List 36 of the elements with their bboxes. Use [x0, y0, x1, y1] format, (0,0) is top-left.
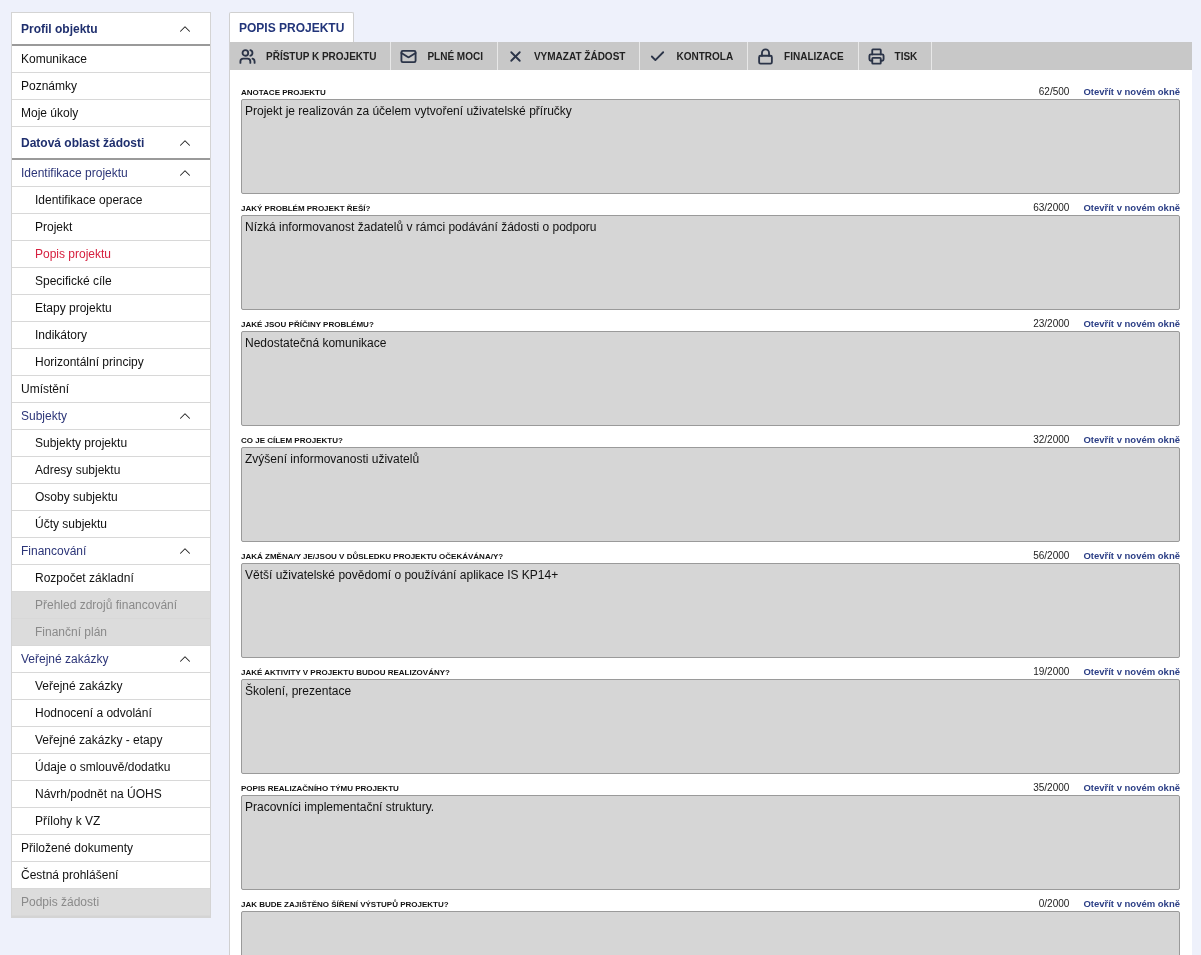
lock-icon — [757, 47, 775, 65]
open-in-new-window-link[interactable]: Otevřít v novém okně — [1083, 666, 1180, 677]
open-in-new-window-link[interactable]: Otevřít v novém okně — [1083, 318, 1180, 329]
character-count: 19/2000 — [1032, 666, 1070, 677]
open-in-new-window-link[interactable]: Otevřít v novém okně — [1083, 782, 1180, 793]
open-in-new-window-link[interactable]: Otevřít v novém okně — [1083, 202, 1180, 213]
text-area[interactable]: Nedostatečná komunikace — [241, 331, 1180, 426]
character-count: 0/2000 — [1037, 898, 1070, 909]
field-label: JAKÝ PROBLÉM PROJEKT ŘEŠÍ? — [241, 204, 372, 213]
field-label: JAKÁ ZMĚNA/Y JE/JSOU V DŮSLEDKU PROJEKTU OČEKÁVÁNA/Y? — [241, 552, 505, 561]
character-count: 35/2000 — [1032, 782, 1070, 793]
character-count: 63/2000 — [1032, 202, 1070, 213]
text-area[interactable]: Projekt je realizován za účelem vytvoření uživatelské příručky — [241, 99, 1180, 194]
printer-icon — [867, 47, 885, 65]
text-area[interactable]: Školení, prezentace — [241, 679, 1180, 774]
text-area[interactable]: Větší uživatelské povědomí o používání aplikace IS KP14+ — [241, 563, 1180, 658]
open-in-new-window-link[interactable]: Otevřít v novém okně — [1083, 434, 1180, 445]
character-count: 62/500 — [1037, 86, 1070, 97]
character-count: 23/2000 — [1032, 318, 1070, 329]
open-in-new-window-link[interactable]: Otevřít v novém okně — [1083, 898, 1180, 909]
text-area[interactable]: Zvýšení informovanosti uživatelů — [241, 447, 1180, 542]
open-in-new-window-link[interactable]: Otevřít v novém okně — [1083, 86, 1180, 97]
field-label: CO JE CÍLEM PROJEKTU? — [241, 436, 344, 445]
people-icon — [239, 47, 256, 65]
character-count: 56/2000 — [1032, 550, 1070, 561]
field-label: JAK BUDE ZAJIŠTĚNO ŠÍŘENÍ VÝSTUPŮ PROJEKTU? — [241, 900, 450, 909]
field-label: POPIS REALIZAČNÍHO TÝMU PROJEKTU — [241, 784, 400, 793]
text-area[interactable]: Nízká informovanost žadatelů v rámci podávání žádosti o podporu — [241, 215, 1180, 310]
field-label: JAKÉ JSOU PŘÍČINY PROBLÉMU? — [241, 320, 375, 329]
character-count: 32/2000 — [1032, 434, 1070, 445]
mail-icon — [400, 47, 418, 65]
field-label: ANOTACE PROJEKTU — [241, 88, 327, 97]
text-area[interactable]: Pracovníci implementační struktury. — [241, 795, 1180, 890]
tab[interactable]: POPIS PROJEKTU — [229, 12, 355, 42]
field-label: JAKÉ AKTIVITY V PROJEKTU BUDOU REALIZOVÁNY? — [241, 668, 451, 677]
open-in-new-window-link[interactable]: Otevřít v novém okně — [1083, 550, 1180, 561]
